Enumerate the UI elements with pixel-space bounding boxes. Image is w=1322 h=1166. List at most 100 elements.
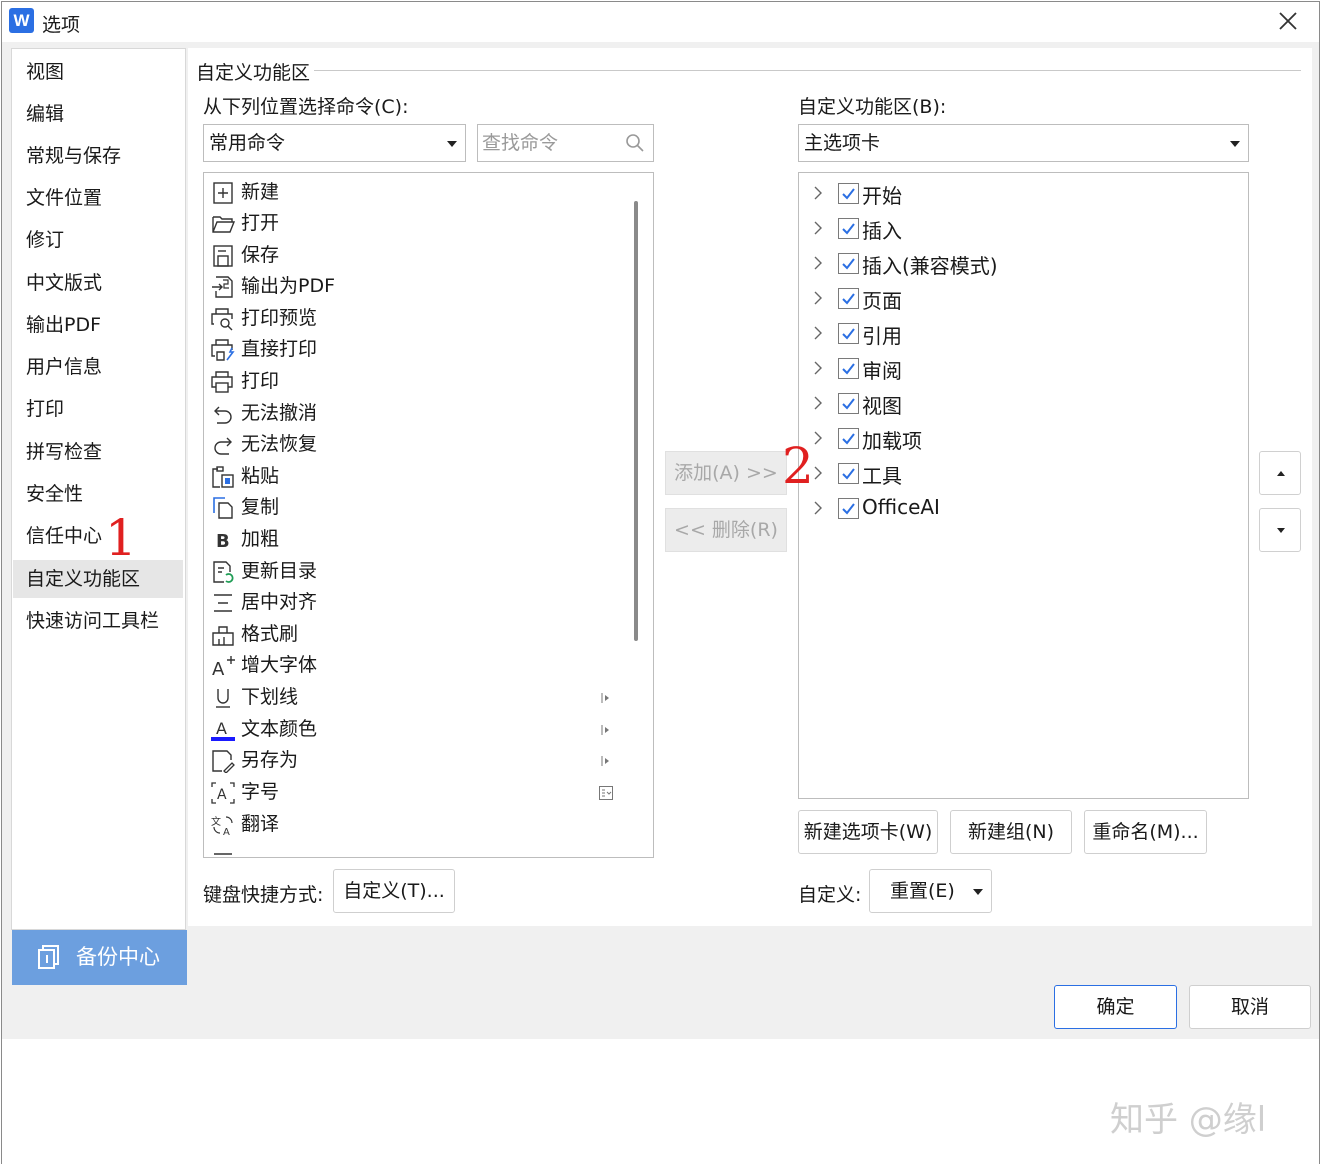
move-up-button[interactable] [1259, 451, 1301, 495]
list-item[interactable]: 粘贴 [208, 461, 628, 492]
chevron-right-icon [814, 361, 822, 375]
sidebar-item-chinese-layout[interactable]: 中文版式 [13, 264, 183, 302]
check-icon [842, 363, 855, 375]
keyboard-shortcut-label: 键盘快捷方式: [203, 884, 324, 906]
list-item[interactable]: 另存为 [208, 745, 628, 776]
list-item[interactable]: 居中对齐 [208, 587, 628, 618]
ribbon-tab-tree[interactable]: 开始 插入 插入(兼容模式) 页面 引用 审阅 视图 加载项 工具 Office… [798, 172, 1249, 799]
checkbox[interactable] [838, 323, 859, 344]
new-tab-button[interactable]: 新建选项卡(W) [798, 810, 938, 854]
close-button[interactable] [1273, 6, 1303, 36]
list-item[interactable]: 直接打印 [208, 334, 628, 365]
tab-tree-item[interactable]: 页面 [809, 282, 1229, 314]
tab-tree-item[interactable]: 审阅 [809, 352, 1229, 384]
check-icon [842, 433, 855, 445]
list-item[interactable]: B 加粗 [208, 524, 628, 555]
list-item[interactable]: 新建 [208, 177, 628, 208]
list-item[interactable]: 打印 [208, 366, 628, 397]
list-item[interactable]: A 增大字体 [208, 650, 628, 681]
sidebar-item-trust-center[interactable]: 信任中心 [13, 517, 183, 555]
tab-tree-item[interactable]: 视图 [809, 387, 1229, 419]
command-source-value: 常用命令 [209, 132, 286, 154]
list-item[interactable]: A 字号 [208, 777, 628, 808]
list-item[interactable]: 更新目录 [208, 556, 628, 587]
list-item[interactable]: 打印预览 [208, 303, 628, 334]
list-item[interactable]: 无法撤消 [208, 398, 628, 429]
tab-label: 审阅 [862, 359, 902, 383]
search-command-input[interactable]: 查找命令 [477, 124, 654, 162]
tab-label: 工具 [862, 464, 902, 488]
tab-tree-item[interactable]: 开始 [809, 177, 1229, 209]
backup-center-button[interactable]: 备份中心 [12, 930, 187, 985]
checkbox[interactable] [838, 183, 859, 204]
command-label: 居中对齐 [241, 591, 318, 613]
customize-keyboard-button[interactable]: 自定义(T)... [333, 869, 455, 913]
tab-tree-item[interactable]: 引用 [809, 317, 1229, 349]
watermark: 知乎 @缘l [1110, 1100, 1267, 1140]
list-item[interactable]: 复制 [208, 492, 628, 523]
sidebar-item-export-pdf[interactable]: 输出PDF [13, 306, 183, 344]
tab-tree-item[interactable]: 插入(兼容模式) [809, 247, 1229, 279]
list-item[interactable]: 文A 翻译 [208, 809, 628, 840]
check-icon [842, 258, 855, 270]
ribbon-tabs-dropdown[interactable]: 主选项卡 [798, 124, 1249, 162]
checkbox[interactable] [838, 288, 859, 309]
checkbox[interactable] [838, 218, 859, 239]
add-button[interactable]: 添加(A) >> [665, 451, 787, 495]
list-item[interactable]: 打开 [208, 208, 628, 239]
sidebar-item-quick-access-toolbar[interactable]: 快速访问工具栏 [13, 602, 183, 640]
command-list-scrollbar[interactable] [634, 201, 638, 641]
new-group-button[interactable]: 新建组(N) [950, 810, 1072, 854]
checkbox[interactable] [838, 393, 859, 414]
checkbox[interactable] [838, 428, 859, 449]
sidebar-item-print[interactable]: 打印 [13, 390, 183, 428]
rename-button[interactable]: 重命名(M)... [1084, 810, 1207, 854]
list-item[interactable]: 格式刷 [208, 619, 628, 650]
command-label: 翻译 [241, 813, 280, 835]
choose-commands-label: 从下列位置选择命令(C): [203, 96, 409, 118]
tab-label: 加载项 [862, 429, 922, 453]
sidebar-item-user-info[interactable]: 用户信息 [13, 348, 183, 386]
command-label: 增大字体 [241, 654, 318, 676]
list-item[interactable]: 无法恢复 [208, 429, 628, 460]
bold-icon: B [216, 531, 230, 552]
list-item[interactable]: 输出为PDF [208, 271, 628, 302]
command-list[interactable]: 新建 打开 保存 输出为PDF 打印预览 直接打印 打印 无法撤消 无法恢复 粘… [203, 172, 654, 858]
command-source-dropdown[interactable]: 常用命令 [203, 124, 466, 162]
command-label: 更新目录 [241, 560, 318, 582]
sidebar-item-file-location[interactable]: 文件位置 [13, 179, 183, 217]
sidebar-item-security[interactable]: 安全性 [13, 475, 183, 513]
list-item[interactable]: 下划线 [208, 682, 628, 713]
remove-button[interactable]: << 删除(R) [665, 508, 787, 552]
sidebar-item-spell-check[interactable]: 拼写检查 [13, 433, 183, 471]
tab-tree-item[interactable]: 加载项 [809, 422, 1229, 454]
align-center-icon [214, 594, 232, 612]
direct-print-icon [211, 339, 235, 361]
sidebar-item-customize-ribbon[interactable]: 自定义功能区 [13, 560, 183, 598]
checkbox[interactable] [838, 463, 859, 484]
search-placeholder: 查找命令 [482, 132, 559, 154]
checkbox[interactable] [838, 498, 859, 519]
list-item[interactable]: A 文本颜色 [208, 714, 628, 745]
command-label: 保存 [241, 244, 280, 266]
tab-tree-item[interactable]: 插入 [809, 212, 1229, 244]
list-item[interactable]: 保存 [208, 240, 628, 271]
search-icon [626, 134, 644, 152]
undo-icon [214, 406, 232, 424]
reset-dropdown-button[interactable]: 重置(E) [869, 869, 992, 913]
checkbox[interactable] [838, 358, 859, 379]
tab-tree-item[interactable]: 工具 [809, 457, 1229, 489]
sidebar-item-revision[interactable]: 修订 [13, 221, 183, 259]
sidebar-item-edit[interactable]: 编辑 [13, 95, 183, 133]
sidebar-item-view[interactable]: 视图 [13, 53, 183, 91]
sidebar-item-general-save[interactable]: 常规与保存 [13, 137, 183, 175]
checkbox[interactable] [838, 253, 859, 274]
backup-icon [38, 945, 59, 969]
tab-tree-item[interactable]: OfficeAI [809, 492, 1229, 524]
ok-button[interactable]: 确定 [1054, 985, 1177, 1029]
move-down-button[interactable] [1259, 508, 1301, 552]
svg-text:A: A [223, 827, 230, 837]
cancel-button[interactable]: 取消 [1189, 985, 1311, 1029]
chevron-right-icon [814, 431, 822, 445]
translate-icon: 文A [211, 815, 233, 837]
